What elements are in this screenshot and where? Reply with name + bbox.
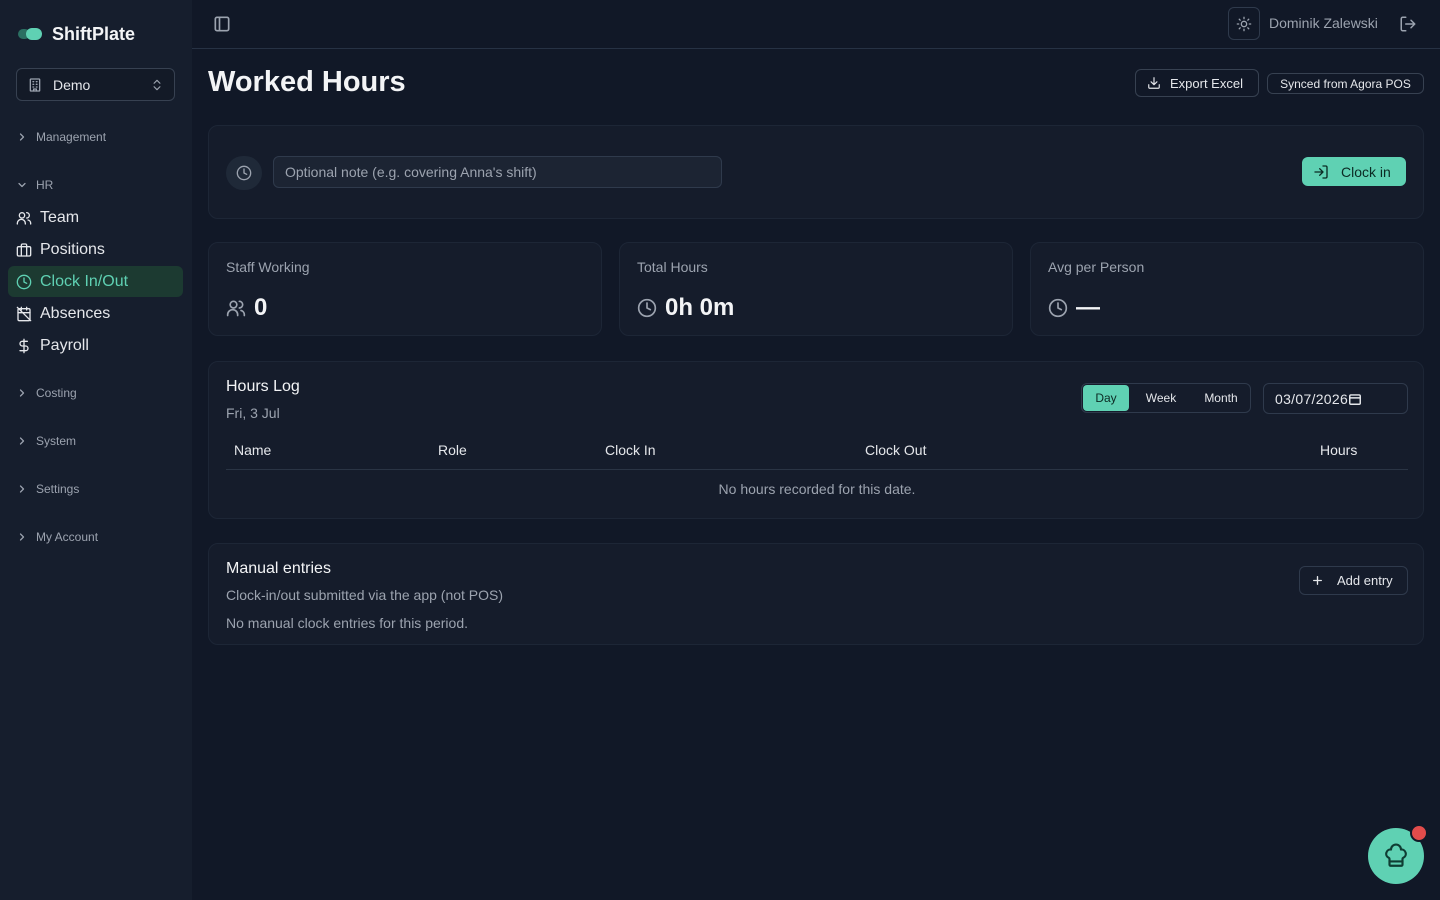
log-in-icon [1313, 164, 1329, 180]
clock-icon [1048, 298, 1068, 318]
sidebar-item-payroll[interactable]: Payroll [8, 330, 183, 361]
chevron-right-icon [16, 531, 28, 543]
dollar-icon [16, 338, 32, 354]
download-icon [1147, 76, 1161, 90]
nav-group-label: HR [36, 178, 54, 192]
export-excel-button[interactable]: Export Excel [1135, 69, 1259, 97]
range-option-day[interactable]: Day [1083, 385, 1129, 411]
stat-label: Total Hours [637, 259, 708, 275]
table-empty-message: No hours recorded for this date. [718, 481, 916, 497]
nav-group-hr[interactable]: HR [16, 175, 53, 195]
manual-entries-title: Manual entries [226, 560, 331, 577]
clock-in-label: Clock in [1341, 163, 1391, 180]
sidebar-item-absences[interactable]: Absences [8, 298, 183, 329]
sidebar-item-label: Team [40, 208, 80, 226]
nav-group-my-account[interactable]: My Account [16, 527, 98, 547]
briefcase-icon [16, 242, 32, 258]
nav-group-label: System [36, 434, 77, 448]
sidebar: ShiftPlate Demo Management HR Team Posit… [0, 0, 192, 900]
column-header-hours[interactable]: Hours [1320, 442, 1357, 458]
organization-select[interactable]: Demo [16, 68, 175, 101]
sidebar-item-label: Payroll [40, 336, 89, 354]
stat-card-staff-working: Staff Working 0 [208, 242, 602, 336]
chevron-right-icon [16, 131, 28, 143]
stat-value: 0h 0m [665, 294, 735, 321]
notification-dot [1410, 824, 1428, 842]
hours-log-date: Fri, 3 Jul [226, 405, 280, 421]
sidebar-item-label: Positions [40, 240, 105, 258]
range-toggle: Day Week Month [1081, 383, 1251, 413]
hours-log-card: Hours Log Fri, 3 Jul Day Week Month 03/0… [208, 361, 1424, 519]
chevron-right-icon [16, 435, 28, 447]
clock-icon [16, 274, 32, 290]
clock-icon [226, 156, 262, 190]
brand-logo-icon [18, 28, 42, 40]
nav-group-management[interactable]: Management [16, 127, 106, 147]
sidebar-item-team[interactable]: Team [8, 202, 183, 233]
hours-log-title: Hours Log [226, 378, 300, 395]
nav-group-settings[interactable]: Settings [16, 479, 79, 499]
nav-group-label: Costing [36, 386, 77, 400]
users-icon [226, 298, 246, 318]
chef-hat-icon [1383, 843, 1409, 869]
brand-name: ShiftPlate [52, 23, 136, 44]
column-header-clock-in[interactable]: Clock In [605, 442, 656, 458]
users-icon [16, 210, 32, 226]
date-picker-input[interactable]: 03/07/2026 [1263, 383, 1408, 414]
chevron-right-icon [16, 387, 28, 399]
sidebar-item-label: Clock In/Out [40, 272, 129, 290]
nav-group-costing[interactable]: Costing [16, 383, 77, 403]
sync-status-badge: Synced from Agora POS [1267, 73, 1424, 94]
add-entry-label: Add entry [1337, 573, 1393, 588]
sidebar-item-positions[interactable]: Positions [8, 234, 183, 265]
chevron-right-icon [16, 483, 28, 495]
nav-group-label: Management [36, 130, 107, 144]
calendar-icon[interactable] [1348, 392, 1395, 406]
theme-toggle-button[interactable] [1228, 7, 1260, 40]
organization-select-value: Demo [53, 76, 91, 93]
sidebar-item-label: Absences [40, 304, 111, 322]
table-header-divider [226, 469, 1408, 470]
stat-value: — [1076, 294, 1100, 321]
calendar-off-icon [16, 306, 32, 322]
range-option-month[interactable]: Month [1192, 385, 1250, 411]
sync-status-label: Synced from Agora POS [1280, 76, 1411, 91]
brand[interactable]: ShiftPlate [18, 22, 135, 46]
logout-icon[interactable] [1399, 15, 1417, 33]
manual-entries-subtitle: Clock-in/out submitted via the app (not … [226, 587, 504, 603]
sun-icon [1236, 16, 1252, 32]
manual-entries-card: Manual entries Clock-in/out submitted vi… [208, 543, 1424, 645]
clock-note-input[interactable] [273, 156, 722, 188]
column-header-clock-out[interactable]: Clock Out [865, 442, 926, 458]
clock-in-card: Clock in [208, 125, 1424, 219]
user-name[interactable]: Dominik Zalewski [1269, 15, 1378, 31]
page-title: Worked Hours [208, 66, 406, 98]
range-option-week[interactable]: Week [1134, 385, 1188, 411]
date-picker-value: 03/07/2026 [1275, 390, 1349, 407]
sidebar-toggle-icon[interactable] [212, 14, 232, 34]
export-excel-label: Export Excel [1170, 75, 1243, 91]
stat-card-total-hours: Total Hours 0h 0m [619, 242, 1013, 336]
clock-icon [637, 298, 657, 318]
add-entry-button[interactable]: Add entry [1299, 566, 1408, 595]
column-header-name[interactable]: Name [234, 442, 271, 458]
plus-icon [1311, 574, 1324, 587]
clock-in-button[interactable]: Clock in [1302, 157, 1406, 186]
nav-group-label: My Account [36, 530, 99, 544]
nav-group-system[interactable]: System [16, 431, 76, 451]
manual-entries-empty-message: No manual clock entries for this period. [226, 615, 468, 631]
stat-card-avg-per-person: Avg per Person — [1030, 242, 1424, 336]
stat-label: Staff Working [226, 259, 310, 275]
topbar: Dominik Zalewski [192, 0, 1440, 49]
nav-group-label: Settings [36, 482, 80, 496]
chevrons-up-down-icon [150, 78, 164, 92]
column-header-role[interactable]: Role [438, 442, 467, 458]
stat-label: Avg per Person [1048, 259, 1145, 275]
stat-value: 0 [254, 294, 268, 321]
sidebar-item-clock-in-out[interactable]: Clock In/Out [8, 266, 183, 297]
building-icon [27, 77, 43, 93]
chevron-down-icon [16, 179, 28, 191]
